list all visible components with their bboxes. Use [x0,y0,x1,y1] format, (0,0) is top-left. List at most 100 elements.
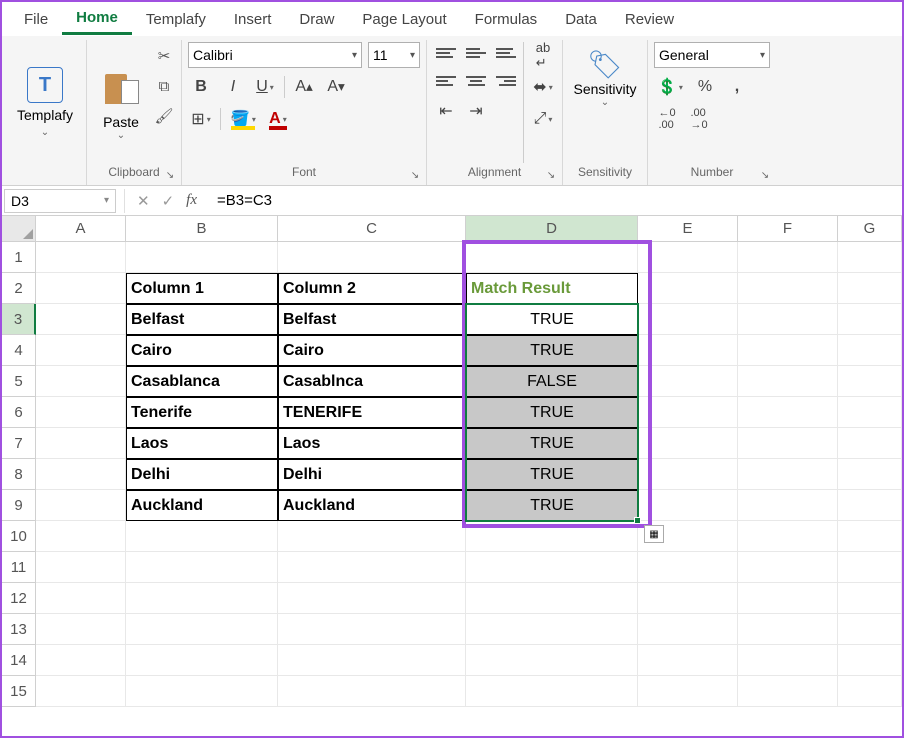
col-header-D[interactable]: D [466,216,638,242]
wrap-text-button[interactable]: ab↵ [530,42,556,68]
tab-draw[interactable]: Draw [285,5,348,34]
cell-E2[interactable] [638,273,738,304]
paste-button[interactable]: Paste ⌄ [93,42,149,163]
fill-color-button[interactable]: 🪣▾ [227,106,259,132]
cell-E12[interactable] [638,583,738,614]
merge-button[interactable]: ⬌▾ [530,74,556,100]
tab-file[interactable]: File [10,5,62,34]
cell-A9[interactable] [36,490,126,521]
cell-C9[interactable]: Auckland [278,490,466,521]
cell-B9[interactable]: Auckland [126,490,278,521]
cell-C5[interactable]: Casablnca [278,366,466,397]
row-header-2[interactable]: 2 [2,273,36,304]
cell-A13[interactable] [36,614,126,645]
insert-function-icon[interactable]: fx [186,192,197,209]
cell-D14[interactable] [466,645,638,676]
align-center-button[interactable] [463,70,489,92]
cell-F9[interactable] [738,490,838,521]
comma-button[interactable]: , [724,74,750,100]
cell-E7[interactable] [638,428,738,459]
cell-G12[interactable] [838,583,902,614]
cell-D2[interactable]: Match Result [466,273,638,304]
font-launcher[interactable]: ↘ [408,168,422,182]
row-header-1[interactable]: 1 [2,242,36,273]
col-header-C[interactable]: C [278,216,466,242]
clipboard-launcher[interactable]: ↘ [163,168,177,182]
cell-E3[interactable] [638,304,738,335]
cell-C15[interactable] [278,676,466,707]
cell-D8[interactable]: TRUE [466,459,638,490]
cell-E1[interactable] [638,242,738,273]
cell-B5[interactable]: Casablanca [126,366,278,397]
alignment-launcher[interactable]: ↘ [544,168,558,182]
tab-review[interactable]: Review [611,5,688,34]
cell-B14[interactable] [126,645,278,676]
cell-B12[interactable] [126,583,278,614]
cell-B10[interactable] [126,521,278,552]
cell-F14[interactable] [738,645,838,676]
cell-C13[interactable] [278,614,466,645]
bold-button[interactable]: B [188,74,214,100]
cell-D13[interactable] [466,614,638,645]
cell-B2[interactable]: Column 1 [126,273,278,304]
cell-D5[interactable]: FALSE [466,366,638,397]
fill-handle[interactable] [634,517,641,524]
cell-G3[interactable] [838,304,902,335]
cell-F13[interactable] [738,614,838,645]
increase-decimal-button[interactable]: ←0.00 [654,106,680,132]
col-header-G[interactable]: G [838,216,902,242]
cell-A1[interactable] [36,242,126,273]
align-left-button[interactable] [433,70,459,92]
row-header-10[interactable]: 10 [2,521,36,552]
cell-C11[interactable] [278,552,466,583]
cell-G11[interactable] [838,552,902,583]
copy-button[interactable]: ⧉ [153,76,175,96]
decrease-font-button[interactable]: A▾ [323,74,349,100]
cell-F10[interactable] [738,521,838,552]
align-bottom-button[interactable] [493,42,519,64]
align-top-button[interactable] [433,42,459,64]
cell-A8[interactable] [36,459,126,490]
row-header-6[interactable]: 6 [2,397,36,428]
cell-E8[interactable] [638,459,738,490]
cell-D3[interactable]: TRUE [466,304,638,335]
cell-B8[interactable]: Delhi [126,459,278,490]
cell-G10[interactable] [838,521,902,552]
decrease-decimal-button[interactable]: .00→0 [686,106,712,132]
cell-G14[interactable] [838,645,902,676]
cell-B7[interactable]: Laos [126,428,278,459]
cell-C4[interactable]: Cairo [278,335,466,366]
cell-E15[interactable] [638,676,738,707]
name-box[interactable]: D3▾ [4,189,116,213]
formula-input[interactable] [209,189,902,213]
cell-A10[interactable] [36,521,126,552]
row-header-12[interactable]: 12 [2,583,36,614]
cell-A3[interactable] [36,304,126,335]
cell-F1[interactable] [738,242,838,273]
cell-C6[interactable]: TENERIFE [278,397,466,428]
cell-C3[interactable]: Belfast [278,304,466,335]
cell-D4[interactable]: TRUE [466,335,638,366]
cell-E13[interactable] [638,614,738,645]
cell-G9[interactable] [838,490,902,521]
cell-B13[interactable] [126,614,278,645]
cell-G8[interactable] [838,459,902,490]
font-name-combo[interactable]: Calibri▾ [188,42,362,68]
cell-F6[interactable] [738,397,838,428]
cell-E6[interactable] [638,397,738,428]
cell-D12[interactable] [466,583,638,614]
spreadsheet-grid[interactable]: ABCDEFG 12Column 1Column 2Match Result3B… [2,216,902,707]
percent-button[interactable]: % [692,74,718,100]
cell-A6[interactable] [36,397,126,428]
cell-A14[interactable] [36,645,126,676]
cell-C7[interactable]: Laos [278,428,466,459]
col-header-F[interactable]: F [738,216,838,242]
cell-C1[interactable] [278,242,466,273]
row-header-8[interactable]: 8 [2,459,36,490]
cell-G15[interactable] [838,676,902,707]
cell-F8[interactable] [738,459,838,490]
col-header-A[interactable]: A [36,216,126,242]
cell-G7[interactable] [838,428,902,459]
tab-insert[interactable]: Insert [220,5,286,34]
enter-formula-icon[interactable]: ✓ [162,192,175,210]
